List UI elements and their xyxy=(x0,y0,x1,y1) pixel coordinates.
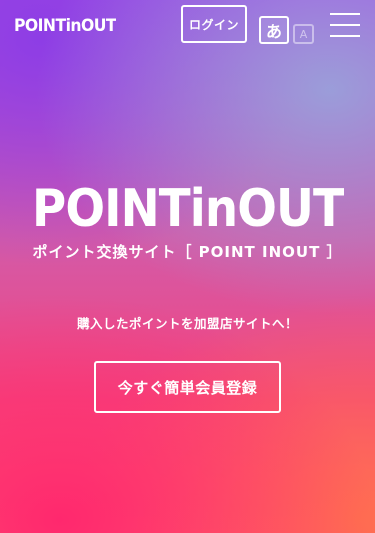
menu-bar xyxy=(330,13,360,15)
menu-bar xyxy=(330,24,360,26)
language-japanese-toggle[interactable]: あ xyxy=(259,16,289,44)
header-logo[interactable]: POINTinOUT xyxy=(14,14,116,34)
hamburger-menu-icon[interactable] xyxy=(330,12,360,38)
menu-bar xyxy=(330,35,360,37)
svg-text:POINTinOUT: POINTinOUT xyxy=(14,16,116,34)
register-button[interactable]: 今すぐ簡単会員登録 xyxy=(94,361,281,413)
language-english-toggle[interactable]: A xyxy=(293,24,314,44)
page: POINTinOUT ログイン あ A POINTinOUT ポイント交換サイト… xyxy=(0,0,375,533)
hero-logo: POINTinOUT xyxy=(32,180,344,232)
login-button[interactable]: ログイン xyxy=(181,5,247,43)
site-tagline: ポイント交換サイト［ POINT INOUT ］ xyxy=(32,243,343,261)
hero-subtext: 購入したポイントを加盟店サイトへ！ xyxy=(76,316,298,331)
svg-text:POINTinOUT: POINTinOUT xyxy=(32,180,344,232)
